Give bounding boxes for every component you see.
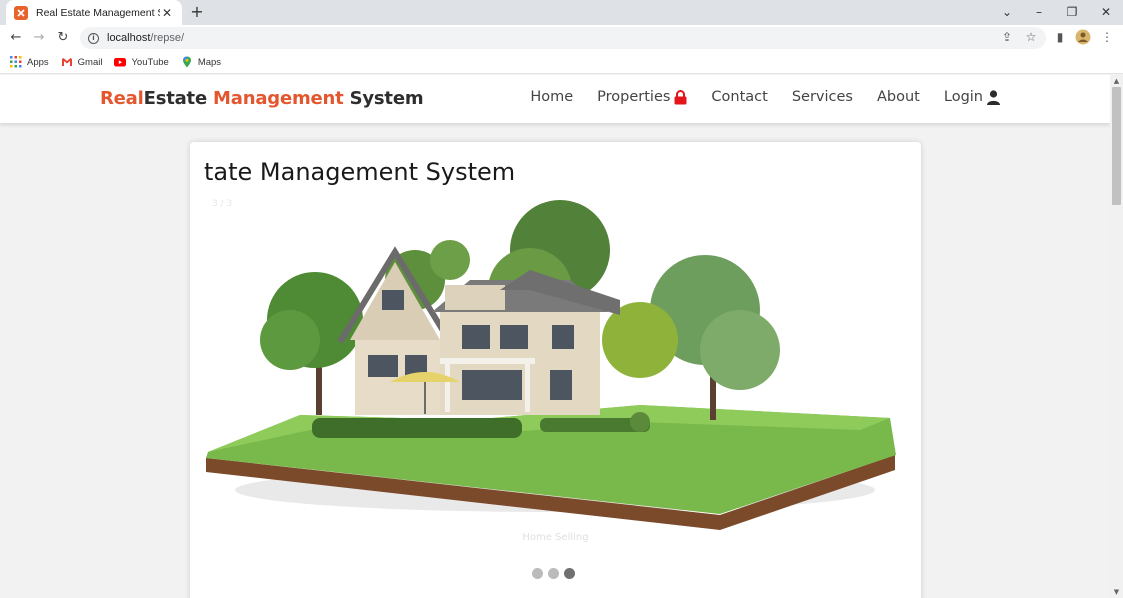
nav-contact[interactable]: Contact — [711, 89, 767, 105]
user-icon — [987, 89, 1000, 105]
nav-label: Login — [943, 89, 983, 105]
slider-dot-active[interactable] — [564, 568, 575, 579]
site-info-icon[interactable]: i — [88, 32, 99, 44]
bookmark-label: Gmail — [77, 56, 103, 68]
minimize-button[interactable]: – — [1030, 3, 1048, 21]
slider-dots — [532, 568, 580, 579]
bookmark-gmail[interactable]: Gmail — [61, 56, 103, 68]
hero-slider-card: tate Management System 3 / 3 Home Sellin… — [190, 142, 921, 598]
brand-part: System — [343, 88, 424, 109]
slider-dot[interactable] — [532, 568, 543, 579]
scroll-thumb[interactable] — [1112, 87, 1121, 205]
nav-about[interactable]: About — [877, 89, 920, 105]
brand-part: Real — [100, 88, 144, 109]
nav-label: Services — [791, 89, 853, 105]
reload-button[interactable]: ↻ — [54, 29, 72, 47]
maps-icon — [182, 56, 191, 68]
forward-button[interactable]: → — [30, 29, 48, 47]
url-text: localhost/repse/ — [107, 32, 184, 44]
bookmark-star-icon[interactable]: ☆ — [1023, 29, 1039, 45]
share-icon[interactable]: ⇪ — [999, 29, 1015, 45]
scroll-down-icon[interactable]: ▼ — [1110, 586, 1123, 598]
nav-properties[interactable]: Properties — [597, 89, 687, 105]
brand-logo[interactable]: RealEstate Management System — [100, 88, 424, 109]
scroll-up-icon[interactable]: ▲ — [1110, 75, 1123, 87]
apps-grid-icon — [10, 56, 22, 68]
bookmark-youtube[interactable]: YouTube — [114, 56, 169, 68]
new-tab-button[interactable]: + — [188, 3, 206, 21]
nav-label: About — [877, 89, 920, 105]
bookmark-label: YouTube — [131, 56, 169, 68]
nav-label: Home — [530, 89, 574, 105]
gmail-icon — [61, 58, 72, 66]
restore-button[interactable]: ❐ — [1063, 3, 1081, 21]
browser-toolbar: ← → ↻ i localhost/repse/ ⇪ ☆ ▮ ⋮ — [0, 25, 1123, 51]
tab-search-icon[interactable]: ⌄ — [998, 3, 1016, 21]
tab-title: Real Estate Management System — [36, 6, 160, 19]
slide-heading: tate Management System — [204, 158, 516, 186]
tab-close-icon[interactable]: ✕ — [160, 6, 174, 20]
url-path: /repse/ — [150, 32, 185, 44]
browser-tabstrip: Real Estate Management System ✕ + ⌄ – ❐ … — [0, 0, 1123, 25]
side-panel-icon[interactable]: ▮ — [1052, 29, 1068, 45]
site-navbar: RealEstate Management System Home Proper… — [0, 75, 1110, 123]
nav-services[interactable]: Services — [792, 89, 853, 105]
xampp-favicon-icon — [14, 5, 28, 20]
browser-tab[interactable]: Real Estate Management System ✕ — [6, 0, 182, 25]
house-lawn-image — [206, 200, 896, 530]
slide-caption: Home Selling — [522, 532, 589, 543]
slider-dot[interactable] — [548, 568, 559, 579]
bookmark-apps[interactable]: Apps — [10, 56, 49, 68]
brand-part: Management — [213, 88, 344, 109]
page-scrollbar[interactable]: ▲ ▼ — [1110, 75, 1123, 598]
url-host: localhost — [107, 32, 151, 44]
bookmark-label: Apps — [27, 56, 49, 68]
menu-kebab-icon[interactable]: ⋮ — [1099, 29, 1115, 45]
profile-avatar[interactable] — [1075, 29, 1091, 49]
address-bar[interactable]: i localhost/repse/ — [80, 27, 1046, 49]
bookmark-label: Maps — [197, 56, 222, 68]
lock-icon — [674, 89, 687, 104]
close-window-button[interactable]: ✕ — [1097, 3, 1115, 21]
nav-home[interactable]: Home — [530, 89, 573, 105]
page-viewport: RealEstate Management System Home Proper… — [0, 75, 1110, 598]
back-button[interactable]: ← — [7, 29, 25, 47]
bookmark-maps[interactable]: Maps — [181, 56, 221, 68]
youtube-icon — [114, 58, 127, 67]
nav-login[interactable]: Login — [944, 89, 1000, 105]
bookmarks-bar: Apps Gmail YouTube Maps — [0, 51, 1123, 74]
nav-label: Contact — [711, 89, 768, 105]
nav-label: Properties — [597, 89, 671, 105]
nav-menu: Home Properties Contact Services About L… — [506, 89, 1000, 105]
brand-part: Estate — [143, 88, 214, 109]
